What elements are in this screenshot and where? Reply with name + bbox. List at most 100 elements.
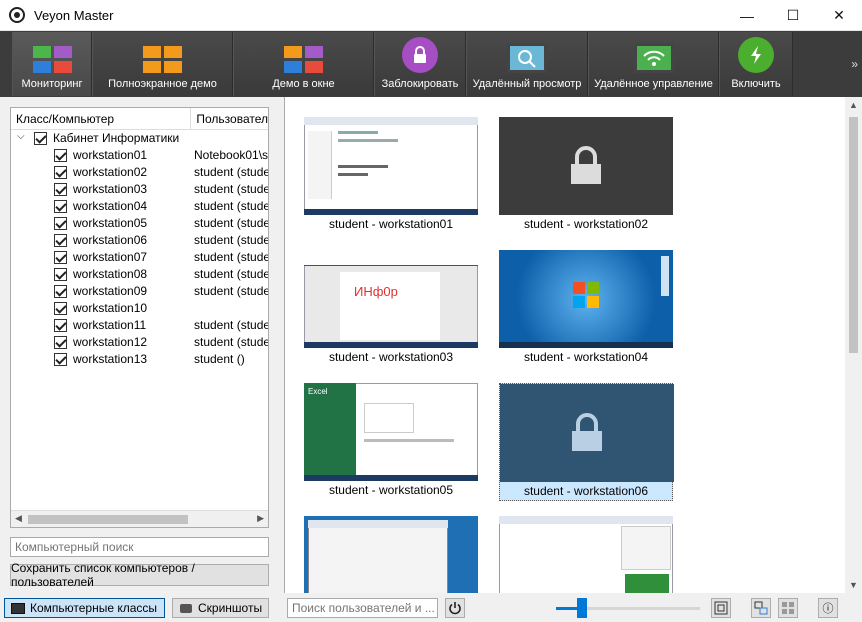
user-search-box[interactable]: [287, 598, 438, 618]
user-search-input[interactable]: [288, 599, 437, 617]
vertical-scrollbar[interactable]: ▲ ▼: [845, 97, 862, 593]
screenshots-button[interactable]: Скриншоты: [172, 598, 269, 618]
computer-row[interactable]: workstation08 student (stude: [11, 266, 268, 283]
chevron-down-icon[interactable]: ⌵: [17, 131, 25, 142]
screen-thumbnail[interactable]: [499, 117, 673, 215]
veyon-eye-icon: [9, 7, 25, 23]
about-button[interactable]: ⓘ: [818, 598, 838, 618]
padlock-icon: [571, 146, 601, 184]
computer-row[interactable]: workstation01 Notebook01\s: [11, 147, 268, 164]
scroll-left-icon[interactable]: ◀: [15, 513, 22, 524]
computer-screen-tile[interactable]: student - workstation01: [304, 117, 478, 233]
computer-row[interactable]: workstation02 student (stude: [11, 164, 268, 181]
computer-checkbox[interactable]: [54, 183, 67, 196]
power-icon-button[interactable]: [445, 598, 465, 618]
tile-caption: student - workstation05: [328, 483, 454, 497]
computer-name: workstation09: [73, 284, 148, 298]
computer-name: workstation05: [73, 216, 148, 230]
computer-checkbox[interactable]: [54, 200, 67, 213]
computer-checkbox[interactable]: [54, 336, 67, 349]
computer-row[interactable]: workstation06 student (stude: [11, 232, 268, 249]
zoom-slider[interactable]: [552, 598, 704, 618]
computer-search-box[interactable]: [10, 537, 269, 557]
computer-name: workstation02: [73, 165, 148, 179]
computer-classes-button[interactable]: Компьютерные классы: [4, 598, 165, 618]
computer-user: student (): [194, 352, 245, 366]
computer-row[interactable]: workstation07 student (stude: [11, 249, 268, 266]
computer-row[interactable]: workstation05 student (stude: [11, 215, 268, 232]
computer-screen-tile[interactable]: [499, 516, 673, 593]
monitoring-icon: [32, 46, 72, 73]
tree-group-row[interactable]: ⌵ Кабинет Информатики: [11, 130, 268, 147]
grid-view-button[interactable]: [778, 598, 798, 618]
group-checkbox[interactable]: [34, 132, 47, 145]
computer-screen-tile[interactable]: student - workstation02: [499, 117, 673, 233]
fullscreen-demo-label: Полноэкранное демо: [108, 78, 217, 90]
computer-row[interactable]: workstation11 student (stude: [11, 317, 268, 334]
horizontal-scrollbar[interactable]: ◀ ▶: [11, 510, 268, 527]
scrollbar-thumb[interactable]: [28, 515, 188, 524]
computer-checkbox[interactable]: [54, 149, 67, 162]
maximize-button[interactable]: ☐: [770, 0, 816, 31]
computer-user: student (stude: [194, 267, 269, 281]
window-demo-button[interactable]: Демо в окне: [233, 32, 374, 96]
minimize-button[interactable]: —: [724, 0, 770, 31]
screen-thumbnail[interactable]: [500, 384, 674, 482]
computer-checkbox[interactable]: [54, 319, 67, 332]
window-demo-label: Демо в окне: [272, 78, 335, 90]
computer-screen-tile[interactable]: student - workstation06: [499, 383, 674, 501]
power-on-button[interactable]: Включить: [719, 32, 793, 96]
sort-button[interactable]: [751, 598, 771, 618]
screen-thumbnail[interactable]: [304, 516, 478, 593]
screen-thumbnail[interactable]: ИНф0р: [304, 250, 478, 348]
tile-caption: student - workstation04: [523, 350, 649, 364]
computer-checkbox[interactable]: [54, 353, 67, 366]
scroll-right-icon[interactable]: ▶: [257, 513, 264, 524]
computer-screen-tile[interactable]: [304, 516, 478, 593]
computer-user: student (stude: [194, 216, 269, 230]
computer-row[interactable]: workstation10: [11, 300, 268, 317]
column-header-user[interactable]: Пользовател: [191, 108, 268, 129]
fullscreen-demo-button[interactable]: Полноэкранное демо: [92, 32, 233, 96]
fit-to-window-button[interactable]: [711, 598, 731, 618]
tile-caption: student - workstation02: [523, 217, 649, 231]
scrollbar-thumb[interactable]: [849, 117, 858, 353]
toolbar-overflow-button[interactable]: »: [851, 57, 858, 71]
scroll-up-icon[interactable]: ▲: [849, 100, 858, 110]
computer-checkbox[interactable]: [54, 217, 67, 230]
computer-checkbox[interactable]: [54, 302, 67, 315]
scroll-down-icon[interactable]: ▼: [849, 580, 858, 590]
computer-screen-tile[interactable]: ИНф0р student - workstation03: [304, 250, 478, 366]
computer-checkbox[interactable]: [54, 285, 67, 298]
zoom-slider-handle[interactable]: [577, 598, 587, 618]
power-icon: [449, 602, 461, 615]
computer-search-input[interactable]: [11, 538, 268, 556]
computer-row[interactable]: workstation09 student (stude: [11, 283, 268, 300]
computer-checkbox[interactable]: [54, 268, 67, 281]
screen-thumbnail[interactable]: [499, 250, 673, 348]
close-button[interactable]: ✕: [816, 0, 862, 31]
column-header-computer[interactable]: Класс/Компьютер: [11, 108, 192, 129]
computer-screen-tile[interactable]: Excel student - workstation05: [304, 383, 478, 499]
power-on-icon: [738, 37, 774, 73]
computer-row[interactable]: workstation04 student (stude: [11, 198, 268, 215]
lock-button[interactable]: Заблокировать: [374, 32, 466, 96]
computer-row[interactable]: workstation03 student (stude: [11, 181, 268, 198]
computer-checkbox[interactable]: [54, 234, 67, 247]
computer-checkbox[interactable]: [54, 166, 67, 179]
bottom-bar: Компьютерные классы Скриншоты ⓘ: [0, 593, 862, 622]
remote-control-button[interactable]: Удалённое управление: [588, 32, 719, 96]
save-list-button[interactable]: Сохранить список компьютеров / пользоват…: [10, 561, 269, 589]
monitoring-label: Мониторинг: [21, 78, 83, 90]
monitoring-button[interactable]: Мониторинг: [12, 32, 92, 96]
computer-checkbox[interactable]: [54, 251, 67, 264]
screen-thumbnail[interactable]: [499, 516, 673, 593]
remote-view-label: Удалённый просмотр: [472, 78, 582, 90]
computer-row[interactable]: workstation12 student (stude: [11, 334, 268, 351]
screen-thumbnail[interactable]: Excel: [304, 383, 478, 481]
computer-screen-tile[interactable]: student - workstation04: [499, 250, 673, 366]
remote-view-button[interactable]: Удалённый просмотр: [466, 32, 588, 96]
screen-thumbnail[interactable]: [304, 117, 478, 215]
computer-name: workstation13: [73, 352, 148, 366]
computer-row[interactable]: workstation13 student (): [11, 351, 268, 368]
